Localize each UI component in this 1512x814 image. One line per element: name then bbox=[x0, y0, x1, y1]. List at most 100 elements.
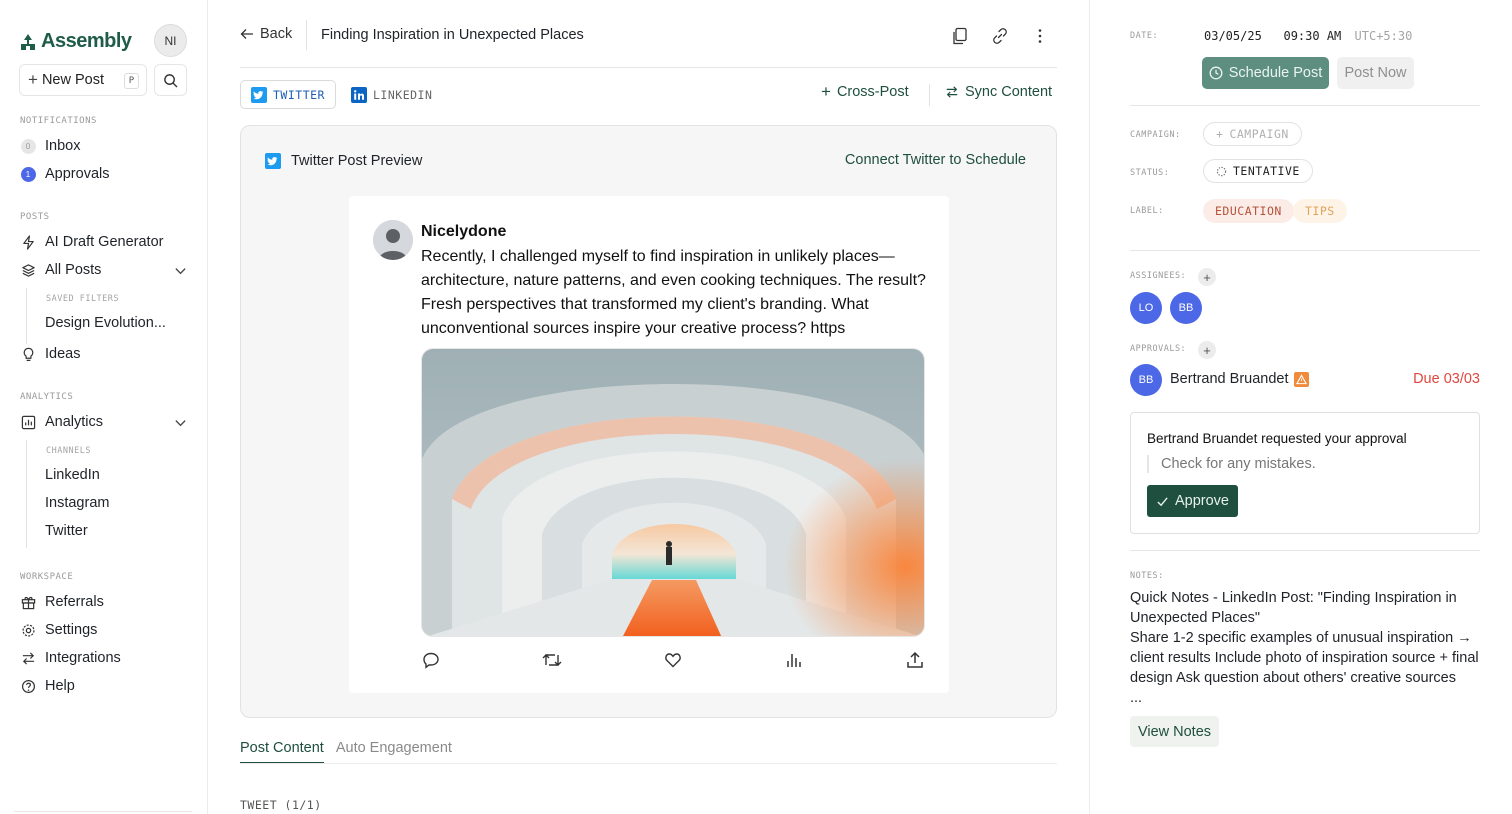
tab-label: TWITTER bbox=[273, 87, 325, 102]
divider bbox=[1130, 550, 1480, 551]
more-options-button[interactable] bbox=[1029, 25, 1051, 47]
sidebar-item-label: Settings bbox=[45, 622, 98, 638]
date-time-picker[interactable]: 03/05/25 09:30 AM UTC+5:30 bbox=[1204, 29, 1412, 43]
channel-linkedin[interactable]: LinkedIn bbox=[45, 467, 100, 483]
brand-name: Assembly bbox=[41, 30, 132, 52]
sidebar-item-ai-draft[interactable]: AI Draft Generator bbox=[20, 231, 163, 253]
sidebar-item-label: AI Draft Generator bbox=[45, 234, 164, 250]
reply-button[interactable] bbox=[421, 650, 441, 670]
page-title: Finding Inspiration in Unexpected Places bbox=[321, 27, 584, 43]
notes-line: ... bbox=[1130, 690, 1143, 706]
sidebar-item-inbox[interactable]: 0 Inbox bbox=[20, 135, 80, 157]
time-value: 09:30 AM bbox=[1283, 29, 1342, 43]
label-education[interactable]: EDUCATION bbox=[1203, 199, 1294, 223]
cross-post-button[interactable]: + Cross-Post bbox=[821, 83, 909, 100]
campaign-placeholder: CAMPAIGN bbox=[1229, 127, 1289, 141]
search-button[interactable] bbox=[154, 64, 187, 96]
copy-icon bbox=[953, 27, 967, 45]
connect-twitter-link[interactable]: Connect Twitter to Schedule bbox=[845, 152, 1026, 168]
cross-post-label: Cross-Post bbox=[836, 84, 909, 100]
new-post-label: New Post bbox=[41, 72, 104, 88]
sidebar-item-referrals[interactable]: Referrals bbox=[20, 591, 104, 613]
arrows-exchange-icon bbox=[22, 651, 34, 665]
sidebar-item-integrations[interactable]: Integrations bbox=[20, 647, 121, 669]
linkedin-icon bbox=[351, 86, 367, 103]
sidebar-item-ideas[interactable]: Ideas bbox=[20, 343, 80, 365]
notes-line: Share 1-2 specific examples of unusual i… bbox=[1130, 630, 1479, 686]
tree-line bbox=[26, 288, 27, 344]
twitter-icon bbox=[265, 153, 281, 169]
share-button[interactable] bbox=[905, 650, 925, 670]
tweet-card: Nicelydone Recently, I challenged myself… bbox=[349, 196, 949, 693]
sidebar-item-all-posts[interactable]: All Posts bbox=[20, 259, 101, 281]
section-posts: POSTS bbox=[20, 212, 50, 222]
warning-icon bbox=[1294, 372, 1309, 387]
sidebar-item-label: Help bbox=[45, 678, 75, 694]
schedule-label: Schedule Post bbox=[1228, 65, 1323, 81]
divider bbox=[1130, 105, 1480, 106]
sidebar-item-label: Analytics bbox=[45, 414, 104, 430]
new-post-button[interactable]: + New Post P bbox=[19, 64, 147, 96]
assembly-logo-icon bbox=[21, 33, 35, 50]
retweet-button[interactable] bbox=[542, 650, 562, 670]
sync-content-label: Sync Content bbox=[965, 84, 1053, 100]
stats-icon bbox=[787, 654, 801, 667]
sync-content-button[interactable]: Sync Content bbox=[945, 84, 1052, 100]
timezone: UTC+5:30 bbox=[1354, 29, 1413, 43]
twitter-icon bbox=[251, 86, 267, 103]
channel-instagram[interactable]: Instagram bbox=[45, 495, 109, 511]
copy-link-button[interactable] bbox=[989, 25, 1011, 47]
channel-twitter[interactable]: Twitter bbox=[45, 523, 88, 539]
tab-auto-engagement[interactable]: Auto Engagement bbox=[336, 740, 452, 764]
divider bbox=[1130, 250, 1480, 251]
chevron-down-icon[interactable] bbox=[174, 264, 187, 277]
tab-post-content[interactable]: Post Content bbox=[240, 740, 324, 764]
assignee-avatar[interactable]: LO bbox=[1130, 292, 1162, 324]
campaign-selector[interactable]: + CAMPAIGN bbox=[1203, 122, 1302, 146]
stats-button[interactable] bbox=[784, 650, 804, 670]
view-notes-button[interactable]: View Notes bbox=[1130, 716, 1219, 747]
layers-icon bbox=[21, 263, 35, 277]
approve-label: Approve bbox=[1174, 493, 1229, 509]
add-approver-button[interactable]: + bbox=[1198, 341, 1216, 359]
lightning-icon bbox=[22, 234, 34, 250]
label-tips[interactable]: TIPS bbox=[1293, 199, 1347, 223]
user-silhouette-icon bbox=[373, 220, 413, 260]
sidebar-item-approvals[interactable]: 1 Approvals bbox=[20, 163, 109, 185]
assignee-avatar[interactable]: BB bbox=[1170, 292, 1202, 324]
tab-twitter[interactable]: TWITTER bbox=[240, 80, 336, 109]
arrow-left-icon bbox=[240, 29, 253, 39]
sidebar-item-label: Approvals bbox=[45, 166, 110, 182]
section-workspace: WORKSPACE bbox=[20, 572, 74, 582]
twitter-preview-panel: Twitter Post Preview Connect Twitter to … bbox=[240, 125, 1057, 718]
post-now-button[interactable]: Post Now bbox=[1337, 57, 1414, 89]
preview-heading: Twitter Post Preview bbox=[265, 153, 422, 169]
status-selector[interactable]: TENTATIVE bbox=[1203, 159, 1313, 183]
schedule-post-button[interactable]: Schedule Post bbox=[1202, 57, 1329, 89]
tabs-divider bbox=[240, 763, 1057, 764]
section-notifications: NOTIFICATIONS bbox=[20, 116, 97, 126]
inbox-badge: 0 bbox=[20, 138, 36, 154]
like-button[interactable] bbox=[663, 650, 683, 670]
sidebar-item-label: Ideas bbox=[45, 346, 81, 362]
notes-label: NOTES: bbox=[1130, 571, 1164, 581]
lightbulb-icon bbox=[23, 347, 33, 361]
sidebar-item-help[interactable]: Help bbox=[20, 675, 75, 697]
tab-linkedin[interactable]: LINKEDIN bbox=[341, 80, 442, 109]
back-button[interactable]: Back bbox=[240, 26, 292, 42]
plus-icon: + bbox=[1203, 269, 1211, 285]
duplicate-button[interactable] bbox=[949, 25, 971, 47]
content-tabs: Post Content Auto Engagement bbox=[240, 740, 452, 764]
user-avatar[interactable]: NI bbox=[154, 24, 187, 57]
sidebar-item-analytics[interactable]: Analytics bbox=[20, 411, 103, 433]
chart-icon bbox=[21, 415, 35, 429]
approver-avatar[interactable]: BB bbox=[1130, 364, 1162, 396]
approval-request-card: Bertrand Bruandet requested your approva… bbox=[1130, 412, 1480, 534]
brand-logo[interactable]: Assembly bbox=[19, 30, 132, 53]
approve-button[interactable]: Approve bbox=[1147, 485, 1238, 517]
sidebar-item-settings[interactable]: Settings bbox=[20, 619, 97, 641]
gear-icon bbox=[21, 623, 35, 637]
chevron-down-icon[interactable] bbox=[174, 416, 187, 429]
saved-filter-item[interactable]: Design Evolution... bbox=[45, 315, 166, 331]
add-assignee-button[interactable]: + bbox=[1198, 268, 1216, 286]
